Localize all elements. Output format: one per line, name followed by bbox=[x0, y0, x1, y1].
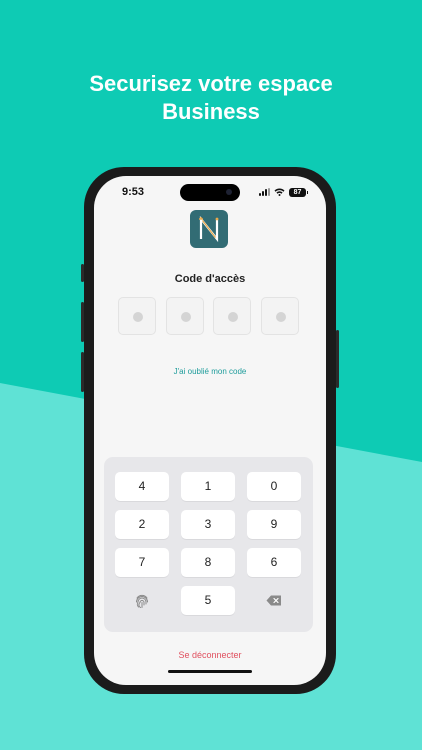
phone-volume-up bbox=[81, 302, 84, 342]
numeric-keypad: 4 1 0 2 3 9 7 8 6 5 bbox=[104, 457, 313, 632]
dynamic-island bbox=[180, 184, 240, 201]
phone-screen: 9:53 87 Code d'accès J'ai oublié mon cod… bbox=[94, 176, 326, 685]
key-4[interactable]: 4 bbox=[115, 472, 169, 501]
phone-power-button bbox=[336, 330, 339, 388]
phone-volume-down bbox=[81, 352, 84, 392]
fingerprint-button[interactable] bbox=[115, 586, 169, 615]
key-3[interactable]: 3 bbox=[181, 510, 235, 539]
app-logo-n-icon bbox=[190, 210, 228, 248]
forgot-code-link[interactable]: J'ai oublié mon code bbox=[94, 367, 326, 376]
logout-button[interactable]: Se déconnecter bbox=[94, 650, 326, 660]
status-time: 9:53 bbox=[122, 186, 145, 198]
headline-line-1: Securisez votre espace bbox=[89, 71, 333, 96]
pin-digit-3 bbox=[213, 297, 251, 335]
key-0[interactable]: 0 bbox=[247, 472, 301, 501]
signal-icon bbox=[259, 188, 270, 196]
front-camera bbox=[226, 189, 232, 195]
battery-icon: 87 bbox=[289, 187, 308, 197]
pin-dot-empty bbox=[276, 312, 286, 322]
headline-line-2: Business bbox=[162, 99, 260, 124]
key-6[interactable]: 6 bbox=[247, 548, 301, 577]
pin-digit-1 bbox=[118, 297, 156, 335]
fingerprint-icon bbox=[136, 594, 148, 608]
key-8[interactable]: 8 bbox=[181, 548, 235, 577]
backspace-button[interactable] bbox=[247, 586, 301, 615]
pin-input[interactable] bbox=[118, 297, 302, 335]
headline: Securisez votre espace Business bbox=[0, 70, 422, 126]
wifi-icon bbox=[274, 188, 285, 196]
pin-digit-4 bbox=[261, 297, 299, 335]
key-2[interactable]: 2 bbox=[115, 510, 169, 539]
status-icons: 87 bbox=[259, 187, 308, 197]
access-code-title: Code d'accès bbox=[174, 273, 246, 285]
status-bar: 9:53 87 bbox=[94, 176, 326, 208]
key-1[interactable]: 1 bbox=[181, 472, 235, 501]
pin-dot-empty bbox=[181, 312, 191, 322]
phone-silent-switch bbox=[81, 264, 84, 282]
pin-digit-2 bbox=[166, 297, 204, 335]
home-indicator bbox=[168, 670, 252, 673]
pin-dot-empty bbox=[228, 312, 238, 322]
backspace-icon bbox=[266, 595, 281, 606]
key-7[interactable]: 7 bbox=[115, 548, 169, 577]
key-9[interactable]: 9 bbox=[247, 510, 301, 539]
key-5[interactable]: 5 bbox=[181, 586, 235, 615]
pin-dot-empty bbox=[133, 312, 143, 322]
